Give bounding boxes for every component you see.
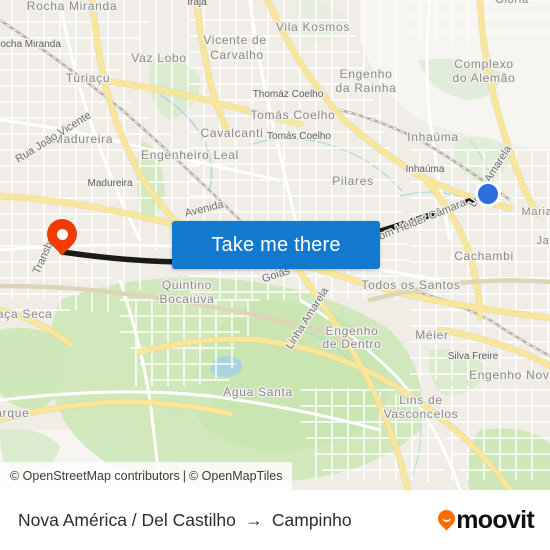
- map-label: Ja: [536, 235, 549, 247]
- origin-pin-marker[interactable]: [40, 212, 84, 259]
- map-label: Vaz Lobo: [131, 51, 186, 65]
- map-label: de Dentro: [323, 337, 382, 351]
- map-label: Madureira: [87, 178, 132, 189]
- map-label: Bocaiúva: [160, 292, 215, 306]
- map-label: Lins de: [399, 393, 443, 407]
- map-label: Engenheiro Leal: [141, 148, 239, 162]
- map-attribution: © OpenStreetMap contributors | © OpenMap…: [0, 462, 293, 490]
- map-label: da Rainha: [335, 81, 396, 95]
- attribution-separator: |: [182, 469, 186, 483]
- map-label: Carvalho: [210, 48, 264, 62]
- map-label: Inhaúma: [407, 130, 459, 144]
- map-label: Tomás Coelho: [250, 108, 335, 122]
- destination-dot-marker[interactable]: [475, 181, 501, 207]
- map-label: Parque: [0, 406, 29, 420]
- map-label: Turiaçu: [66, 71, 110, 85]
- origin-pin-hole: [56, 228, 68, 240]
- footer-bar: Nova América / Del Castilho → Campinho m…: [0, 490, 550, 550]
- map-label: Vasconcelos: [384, 407, 459, 421]
- moovit-wordmark: moovit: [456, 505, 534, 534]
- attribution-osm[interactable]: © OpenStreetMap contributors: [10, 469, 180, 483]
- take-me-there-button[interactable]: Take me there: [172, 221, 380, 269]
- map-label: Engenho Novo: [469, 368, 550, 382]
- map-label: Todos os Santos: [361, 278, 460, 292]
- route-origin-label: Nova América / Del Castilho: [18, 509, 236, 530]
- route-destination-label: Campinho: [271, 509, 352, 530]
- moovit-pin-icon: [434, 505, 459, 531]
- map-label: Cachambi: [454, 249, 514, 263]
- map-label: Inhaúma: [406, 164, 445, 175]
- moovit-logo[interactable]: moovit: [434, 505, 535, 535]
- route-summary: Nova América / Del Castilho → Campinho: [18, 510, 352, 531]
- map-label: Rocha Miranda: [27, 0, 117, 13]
- map-label: Tomás Coelho: [267, 131, 331, 142]
- map-label: Glória: [495, 0, 529, 6]
- map-label: do Alemão: [452, 71, 515, 85]
- map-label: Água Santa: [223, 384, 293, 399]
- map-label: Silva Freire: [448, 351, 499, 362]
- map-label: Thomáz Coelho: [253, 89, 324, 100]
- map-label: Irajá: [187, 0, 207, 8]
- map-label: Cavalcanti: [200, 126, 263, 140]
- map-label: Pilares: [332, 174, 374, 188]
- arrow-right-icon: →: [244, 509, 263, 530]
- map-label: Quintino: [162, 278, 212, 292]
- attribution-openmaptiles[interactable]: © OpenMapTiles: [189, 469, 283, 483]
- map-label: Rocha Miranda: [0, 39, 61, 50]
- map-container[interactable]: Rocha Miranda Irajá Vila Kosmos Glória Rocha…: [0, 0, 550, 490]
- map-label: Vila Kosmos: [276, 20, 350, 34]
- map-label: Maria: [521, 206, 550, 218]
- map-label: Complexo: [454, 57, 514, 71]
- map-label: Vicente de: [203, 33, 267, 47]
- map-label: Méier: [415, 328, 449, 342]
- moovit-pin-smile: [442, 515, 452, 522]
- map-label: Engenho: [326, 324, 379, 338]
- map-label: Engenho: [340, 67, 393, 81]
- map-label: Praça Seca: [0, 307, 53, 321]
